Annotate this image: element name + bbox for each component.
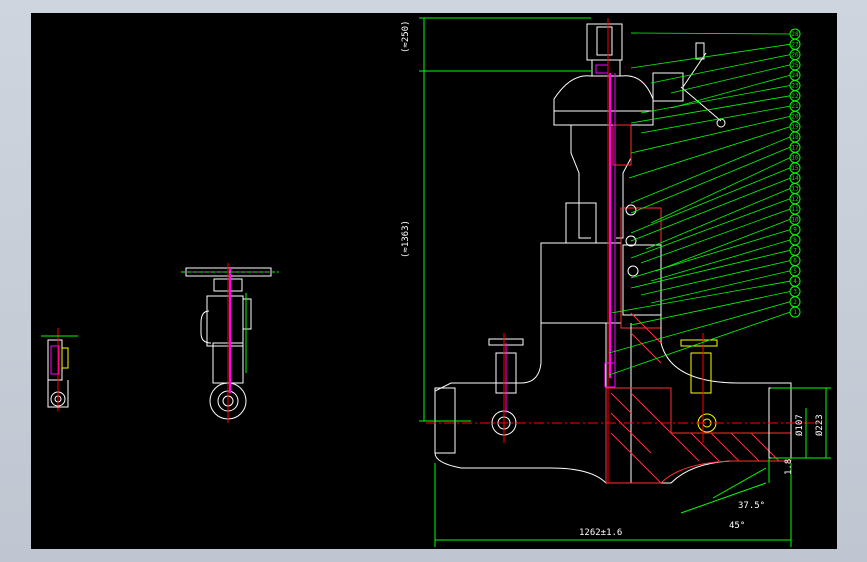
part-balloon-label: 9 bbox=[793, 227, 797, 234]
leader-line bbox=[630, 32, 791, 35]
part-balloon-label: 19 bbox=[791, 124, 799, 131]
leader-line bbox=[650, 157, 791, 224]
part-balloon-label: 7 bbox=[793, 247, 797, 254]
leader-line bbox=[630, 249, 791, 289]
part-balloon-label: 28 bbox=[791, 31, 799, 38]
dim-wall-step: 1.8 bbox=[784, 459, 794, 475]
part-balloon-label: 20 bbox=[791, 113, 799, 120]
part-balloon-label: 13 bbox=[791, 186, 799, 193]
dim-body-height: (≈1363) bbox=[401, 220, 411, 258]
part-balloons: 2827262524232221201918171615141312111098… bbox=[789, 28, 801, 318]
part-balloon-label: 5 bbox=[793, 268, 797, 275]
leader-line bbox=[630, 43, 791, 69]
leader-line bbox=[670, 74, 791, 109]
part-balloon-label: 6 bbox=[793, 258, 797, 265]
leader-line bbox=[655, 219, 791, 272]
part-balloon-label: 4 bbox=[793, 278, 797, 285]
part-balloon-label: 24 bbox=[791, 72, 799, 79]
leader-line bbox=[640, 260, 791, 296]
main-section-view bbox=[426, 18, 821, 485]
cad-window-frame: 28 27 26 25 24 23 22 21 20 19 18 17 16 15 14 13 12 11 10 9 8… bbox=[0, 0, 867, 562]
small-valve-view bbox=[41, 328, 78, 411]
dim-bevel-angle: 37.5° bbox=[738, 501, 765, 511]
part-balloon-label: 25 bbox=[791, 62, 799, 69]
part-balloon-label: 27 bbox=[791, 41, 799, 48]
dimension-texts: (≈250) (≈1363) 1262±1.6 Ø107 Ø223 1.8 37… bbox=[401, 20, 825, 538]
leader-line bbox=[650, 54, 791, 84]
part-balloon-label: 15 bbox=[791, 165, 799, 172]
leader-line bbox=[630, 167, 791, 234]
leader-line bbox=[650, 270, 791, 304]
medium-valve-view bbox=[181, 263, 279, 423]
dim-top-height: (≈250) bbox=[401, 20, 411, 53]
drawing-canvas[interactable]: 28 27 26 25 24 23 22 21 20 19 18 17 16 15 14 13 12 11 10 9 8… bbox=[31, 13, 837, 549]
part-balloon-label: 3 bbox=[793, 289, 797, 296]
part-balloon-label: 1 bbox=[793, 309, 797, 316]
part-balloon-label: 22 bbox=[791, 93, 799, 100]
part-balloon-label: 16 bbox=[791, 155, 799, 162]
part-balloon-label: 23 bbox=[791, 83, 799, 90]
leader-line bbox=[608, 311, 791, 376]
dim-bore-diameter: Ø107 bbox=[794, 414, 805, 436]
leader-line bbox=[630, 229, 791, 279]
part-balloon-label: 14 bbox=[791, 175, 799, 182]
part-balloon-label: 18 bbox=[791, 134, 799, 141]
part-balloon-label: 8 bbox=[793, 237, 797, 244]
part-balloon-label: 21 bbox=[791, 103, 799, 110]
dim-overall-length: 1262±1.6 bbox=[579, 528, 622, 538]
part-balloon-label: 26 bbox=[791, 52, 799, 59]
leader-line bbox=[608, 301, 791, 354]
part-leaders bbox=[608, 32, 791, 376]
part-balloon-label: 17 bbox=[791, 144, 799, 151]
part-balloon-label: 11 bbox=[791, 206, 799, 213]
dim-chamfer-angle: 45° bbox=[729, 521, 745, 531]
part-balloon-label: 2 bbox=[793, 299, 797, 306]
leader-line bbox=[630, 146, 791, 214]
gate-valve-drawing: 2827262524232221201918171615141312111098… bbox=[41, 17, 831, 547]
dim-outer-diameter: Ø223 bbox=[814, 414, 825, 436]
leader-line bbox=[640, 105, 791, 134]
part-balloon-label: 12 bbox=[791, 196, 799, 203]
leader-line bbox=[630, 177, 791, 242]
part-balloon-label: 10 bbox=[791, 216, 799, 223]
